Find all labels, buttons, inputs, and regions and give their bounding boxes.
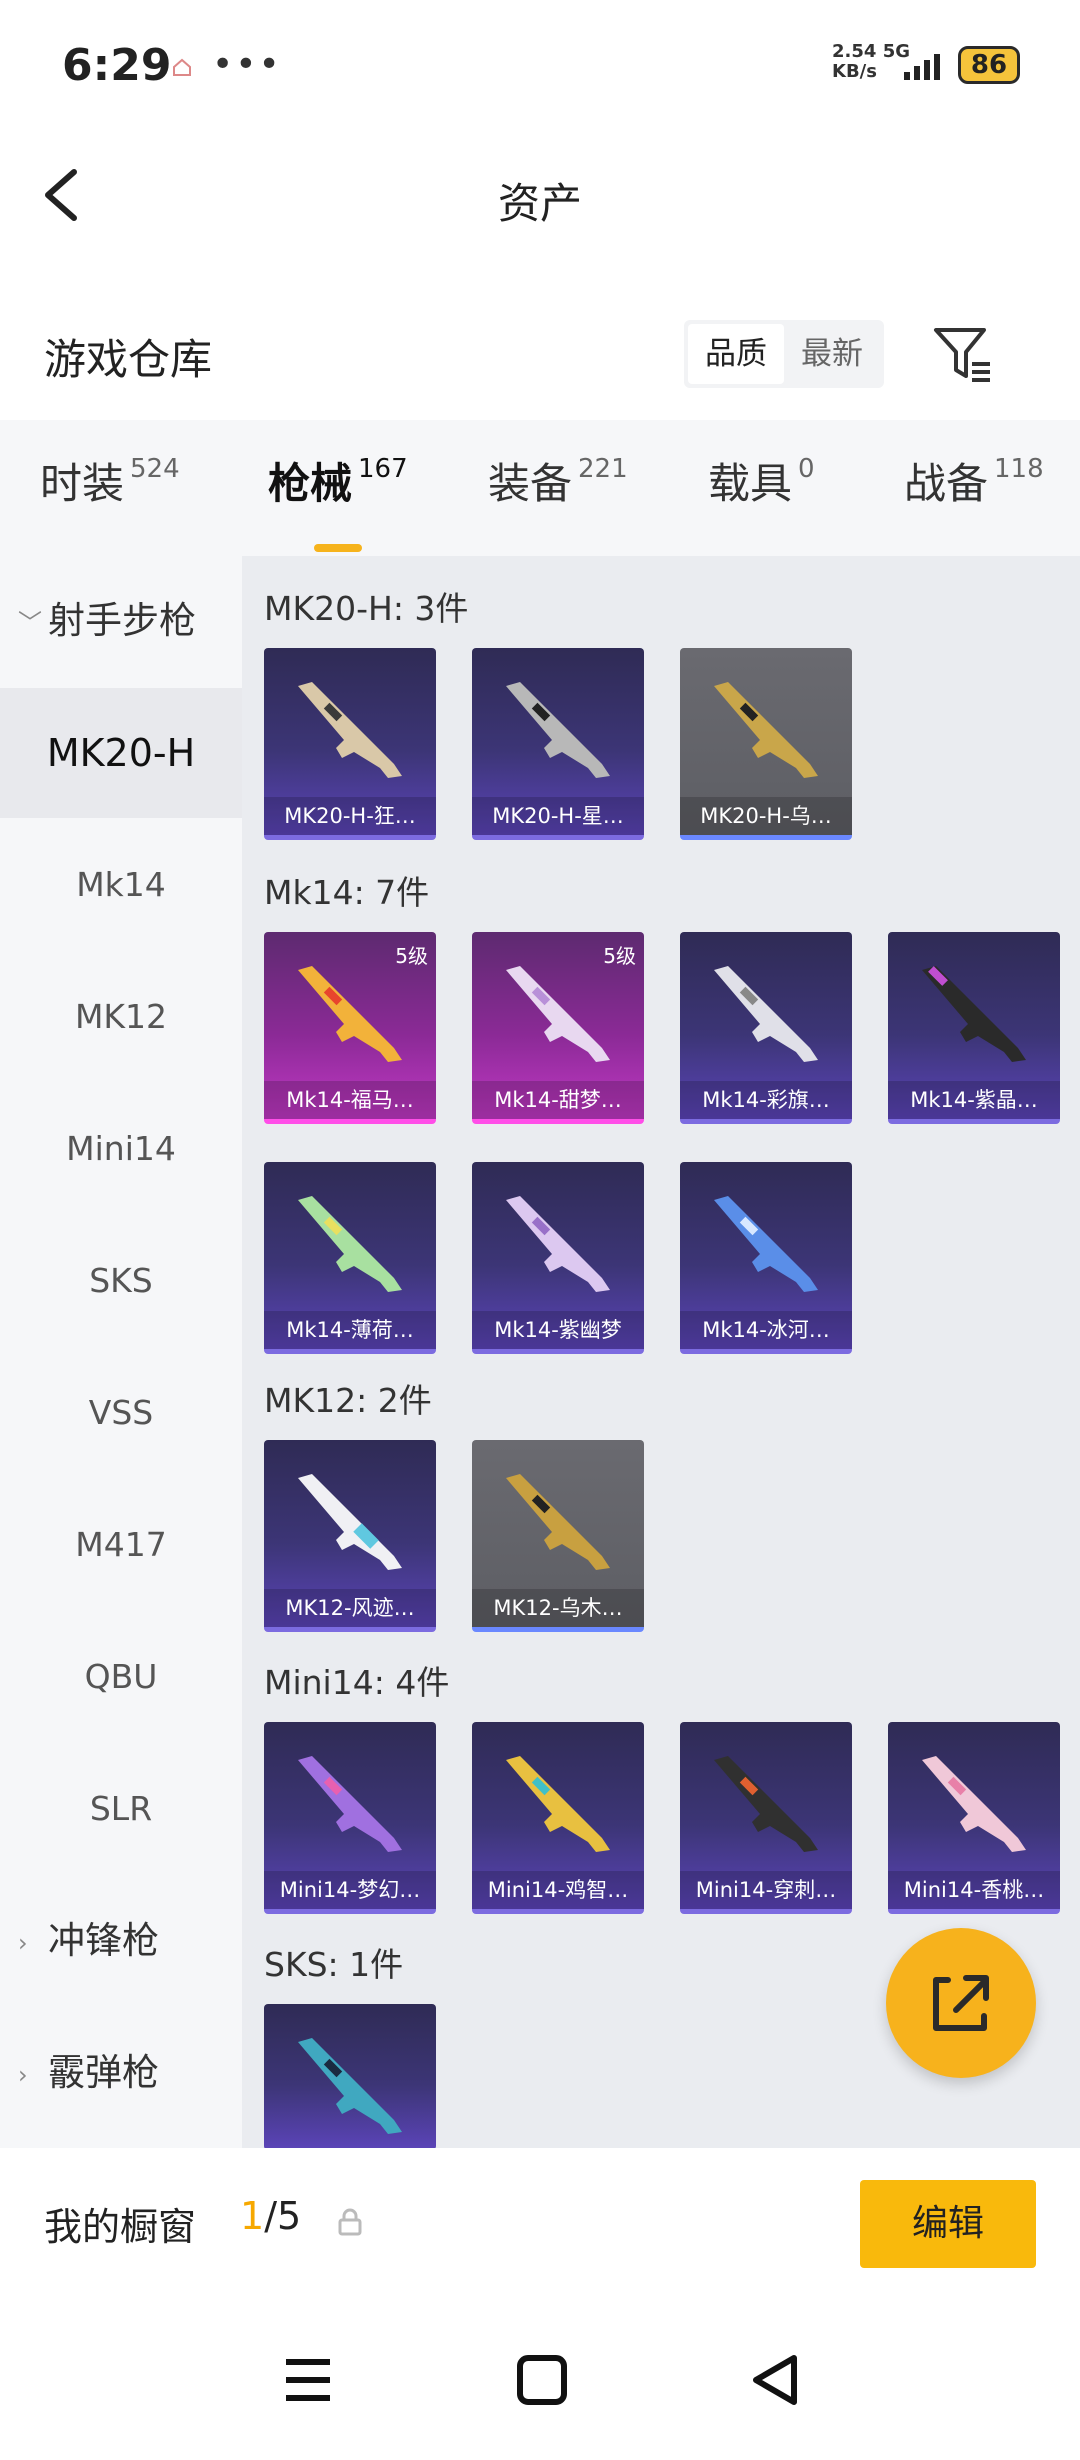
rifle-icon [714,682,818,778]
weapon-card[interactable]: Mini14-梦幻… [264,1722,436,1914]
level-badge: 5级 [603,944,636,968]
sidebar-item-vss[interactable]: VSS [0,1348,242,1478]
weapon-card[interactable]: Mk14-紫晶… [888,932,1060,1124]
rifle-icon [506,1474,610,1570]
weapon-card[interactable]: MK20-H-星… [472,648,644,840]
tab-vehicles[interactable]: 载具 0 [708,450,815,530]
rifle-icon [298,682,402,778]
sort-newest-button[interactable]: 最新 [784,320,880,388]
weapon-grid: MK20-H: 3件 MK20-H-狂… MK20-H-星… MK20-H-乌…… [242,556,1080,2148]
showcase-bar: 我的橱窗 1/5 编辑 [0,2148,1080,2298]
sidebar-group-smg[interactable]: › 冲锋枪 [0,1876,242,2006]
rifle-icon [714,1756,818,1852]
section-title-mini14: Mini14: 4件 [264,1663,450,1702]
section-title-mk20h: MK20-H: 3件 [264,589,469,628]
rifle-icon [298,1474,402,1570]
share-button[interactable] [886,1928,1036,2078]
weapon-card[interactable]: Mk14-薄荷… [264,1162,436,1354]
tab-fashion[interactable]: 时装 524 [40,450,180,530]
weapon-card[interactable] [264,2004,436,2148]
system-nav-bar [0,2298,1080,2460]
rifle-icon [506,1756,610,1852]
rifle-icon [714,1196,818,1292]
home-icon[interactable] [514,2352,570,2408]
share-external-icon [933,1975,989,2031]
tab-equipment[interactable]: 装备 221 [488,450,628,530]
network-speed: 2.54 5G KB/s [832,41,911,82]
rifle-icon [922,1756,1026,1852]
sort-toggle: 品质 最新 [684,320,884,388]
rifle-icon [506,682,610,778]
sidebar-item-m417[interactable]: M417 [0,1480,242,1610]
lock-icon [338,2208,362,2236]
home-notification-icon [173,58,191,76]
page-title: 资产 [497,179,582,228]
weapon-card[interactable]: 5级 Mk14-甜梦… [472,932,644,1124]
section-title-mk14: Mk14: 7件 [264,873,430,912]
section-title-mk12: MK12: 2件 [264,1381,432,1420]
back-triangle-icon[interactable] [746,2350,806,2410]
sidebar-item-mini14[interactable]: Mini14 [0,1084,242,1214]
weapon-card[interactable]: 5级 Mk14-福马… [264,932,436,1124]
menu-icon[interactable] [280,2352,336,2408]
weapon-card[interactable]: MK20-H-乌… [680,648,852,840]
status-time: 6:29 [62,40,172,91]
rifle-icon [922,966,1026,1062]
level-badge: 5级 [395,944,428,968]
rifle-icon [298,1196,402,1292]
weapon-card[interactable]: Mk14-彩旗… [680,932,852,1124]
chevron-right-icon: › [18,1928,28,1957]
sidebar-item-mk14[interactable]: Mk14 [0,820,242,950]
warehouse-label: 游戏仓库 [44,335,213,384]
signal-icon [904,54,940,80]
sidebar-item-mk12[interactable]: MK12 [0,952,242,1082]
sidebar-item-slr[interactable]: SLR [0,1744,242,1874]
weapon-type-sidebar: ﹀ 射手步枪 MK20-H Mk14 MK12 Mini14 SKS VSS M4… [0,556,242,2148]
sidebar-group-dmr[interactable]: ﹀ 射手步枪 [0,556,242,686]
chevron-down-icon: ﹀ [18,608,42,637]
tab-active-indicator [313,544,362,552]
weapon-card[interactable]: Mini14-穿刺… [680,1722,852,1914]
sort-quality-button[interactable]: 品质 [688,324,784,384]
sidebar-item-sks[interactable]: SKS [0,1216,242,1346]
weapon-card[interactable]: MK12-风迹… [264,1440,436,1632]
rifle-icon [714,966,818,1062]
battery-icon: 86 [958,46,1020,84]
rifle-icon [298,2038,402,2134]
chevron-right-icon: › [18,2060,28,2089]
filter-icon[interactable] [932,324,994,386]
edit-button[interactable]: 编辑 [860,2180,1036,2268]
status-bar: 6:29 ••• 2.54 5G KB/s 86 [0,0,1080,130]
sidebar-group-shotgun[interactable]: › 霰弹枪 [0,2008,242,2138]
rifle-icon [298,1756,402,1852]
warehouse-toolbar: 游戏仓库 品质 最新 [0,300,1080,410]
sidebar-item-qbu[interactable]: QBU [0,1612,242,1742]
section-title-sks: SKS: 1件 [264,1945,404,1984]
weapon-card[interactable]: MK12-乌木… [472,1440,644,1632]
top-header: 资产 [0,130,1080,260]
rifle-icon [506,966,610,1062]
rifle-icon [298,966,402,1062]
weapon-card[interactable]: Mk14-冰河… [680,1162,852,1354]
sidebar-item-mk20h[interactable]: MK20-H [0,688,242,818]
showcase-count: 1/5 [240,2194,302,2238]
tab-supplies[interactable]: 战备 118 [904,450,1044,530]
weapon-card[interactable]: Mini14-鸡智… [472,1722,644,1914]
category-tabs: 时装 524 枪械 167 装备 221 载具 0 战备 118 [0,420,1080,556]
tab-firearms[interactable]: 枪械 167 [268,450,408,552]
more-notifications-icon: ••• [212,44,282,85]
weapon-card[interactable]: Mini14-香桃… [888,1722,1060,1914]
rifle-icon [506,1196,610,1292]
showcase-label: 我的橱窗 [44,2205,197,2249]
weapon-card[interactable]: Mk14-紫幽梦 [472,1162,644,1354]
weapon-card[interactable]: MK20-H-狂… [264,648,436,840]
